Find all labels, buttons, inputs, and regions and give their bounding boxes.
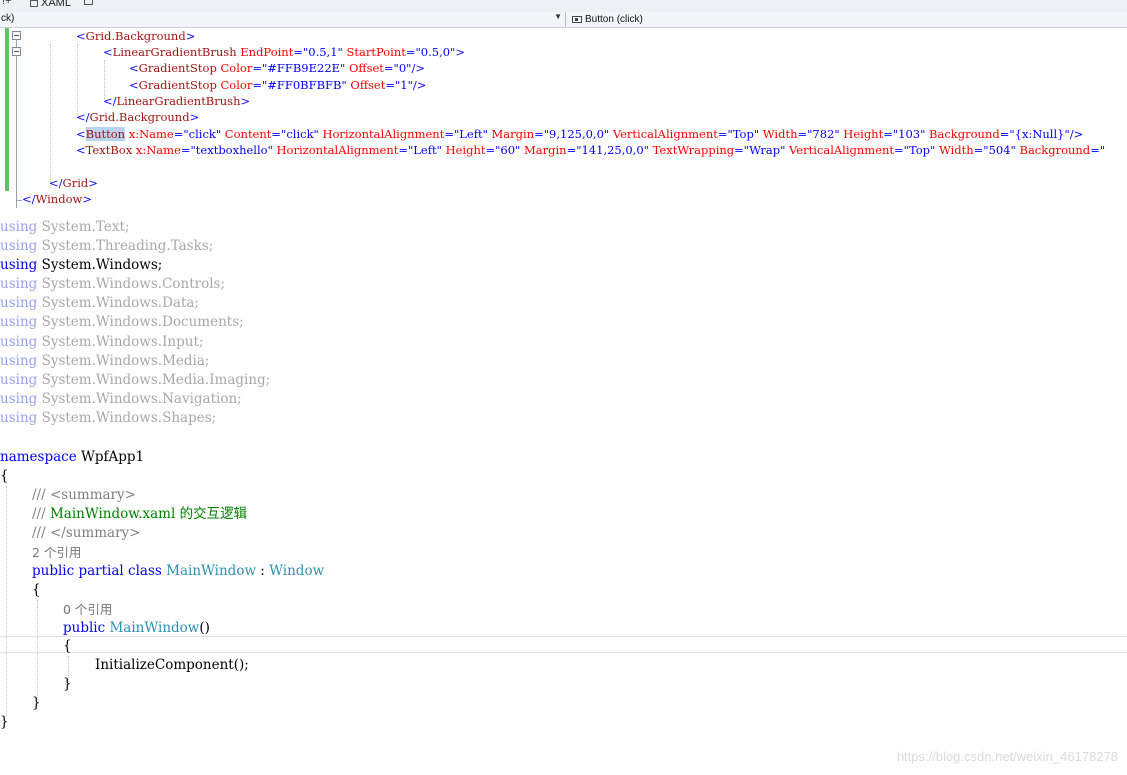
xaml-line: <GradientStop Color="#FF0BFBFB" Offset="… — [129, 78, 427, 92]
tab-xaml[interactable]: XAML — [30, 0, 71, 10]
using-line: using System.Windows.Navigation; — [0, 391, 242, 407]
codelens-references[interactable]: 2 个引用 — [32, 543, 81, 562]
element-icon — [572, 16, 582, 23]
popout-pane-icon[interactable] — [84, 0, 93, 5]
using-line: using System.Windows.Controls; — [0, 276, 226, 292]
xaml-line: <GradientStop Color="#FFB9E22E" Offset="… — [129, 61, 425, 75]
using-line: using System.Threading.Tasks; — [0, 238, 214, 254]
brace-line: { — [0, 468, 9, 484]
brace-line: { — [63, 638, 72, 654]
using-line: using System.Windows.Input; — [0, 334, 204, 350]
doc-comment-line: /// <summary> — [32, 487, 136, 503]
namespace-line: namespace WpfApp1 — [0, 449, 145, 465]
watermark: https://blog.csdn.net/weixin_46178278 — [896, 749, 1118, 764]
chevron-down-icon[interactable]: ▼ — [554, 12, 562, 21]
navigation-bar: ck) ▼ Button (click) — [0, 12, 1127, 28]
indent-guide — [50, 44, 51, 188]
tab-xaml-label: XAML — [41, 0, 71, 9]
constructor-line: public MainWindow() — [63, 620, 210, 636]
using-line: using System.Windows.Shapes; — [0, 410, 217, 426]
indent-guide — [77, 44, 78, 116]
collapse-icon[interactable] — [12, 47, 21, 56]
brace-line: { — [32, 582, 41, 598]
doc-comment-line: /// </summary> — [32, 525, 141, 541]
using-line: using System.Windows; — [0, 257, 163, 273]
using-line: using System.Windows.Data; — [0, 295, 199, 311]
type-dropdown[interactable]: ck) ▼ — [0, 12, 566, 27]
xaml-line: </Grid.Background> — [76, 110, 200, 124]
brace-line: } — [0, 714, 9, 730]
brace-line: } — [63, 676, 72, 692]
collapse-icon[interactable] — [12, 31, 21, 40]
xaml-design-icon — [30, 0, 38, 7]
using-line: using System.Windows.Media; — [0, 353, 210, 369]
codelens-references[interactable]: 0 个引用 — [63, 600, 112, 619]
current-line-highlight — [0, 636, 1127, 653]
using-line: using System.Windows.Documents; — [0, 314, 244, 330]
type-dropdown-value: ck) — [1, 13, 15, 24]
call-line: InitializeComponent(); — [95, 657, 249, 673]
tab-overflow-glyph[interactable]: !+ — [2, 0, 11, 7]
indent-guide — [6, 486, 7, 716]
doc-comment-line: /// MainWindow.xaml 的交互逻辑 — [32, 506, 248, 522]
member-dropdown-value: Button (click) — [585, 14, 643, 25]
class-declaration-line: public partial class MainWindow : Window — [32, 563, 325, 579]
change-indicator-bar — [5, 28, 9, 191]
xaml-line: </Grid> — [49, 176, 98, 190]
csharp-editor[interactable]: using System.Text; using System.Threadin… — [0, 210, 1127, 775]
xaml-line: <LinearGradientBrush EndPoint="0.5,1" St… — [103, 45, 465, 59]
outline-guide — [16, 40, 17, 208]
xaml-line: </LinearGradientBrush> — [103, 94, 251, 108]
xaml-line-button: <Button x:Name="click" Content="click" H… — [76, 127, 1084, 141]
brace-line: } — [32, 695, 41, 711]
using-line: using System.Windows.Media.Imaging; — [0, 372, 271, 388]
indent-guide — [37, 600, 38, 700]
xaml-editor[interactable]: <Grid.Background> <LinearGradientBrush E… — [0, 28, 1127, 208]
xaml-line: </Window> — [22, 192, 92, 206]
xaml-line: <Grid.Background> — [76, 29, 196, 43]
highlighted-token: Button — [85, 127, 126, 141]
member-dropdown[interactable]: Button (click) — [568, 12, 643, 27]
using-line: using System.Text; — [0, 219, 130, 235]
document-tab-strip: !+ XAML — [0, 0, 1127, 12]
xaml-line-textbox: <TextBox x:Name="textboxhello" Horizonta… — [76, 143, 1106, 157]
